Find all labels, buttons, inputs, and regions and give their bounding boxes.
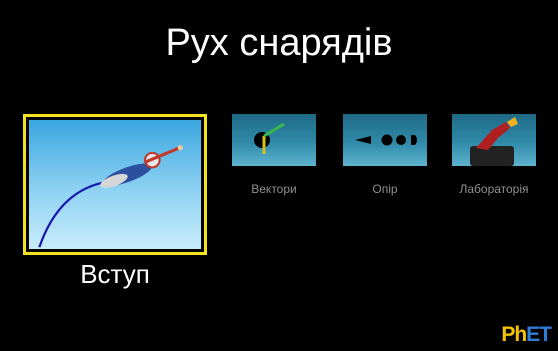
vectors-thumbnail [232,114,316,166]
projectile-bullet-icon [411,135,417,145]
screen-label-vectors: Вектори [251,182,297,196]
screen-label-drag: Опір [372,182,398,196]
sim-title: Рух снарядів [165,22,393,64]
phet-logo[interactable]: PhET [501,323,552,347]
cannon-base-icon [470,146,514,166]
screen-label-lab: Лабораторія [459,182,529,196]
drag-thumbnail [343,114,427,166]
projectile-circle-icon [396,135,406,145]
screen-button-intro[interactable]: Вступ [23,114,207,289]
cannon-barrel-icon [476,122,510,150]
screen-button-drag[interactable]: Опір [343,114,427,198]
trajectory-path [38,181,102,248]
lab-thumbnail [452,114,536,166]
screen-label-intro: Вступ [80,259,150,289]
screen-button-lab[interactable]: Лабораторія [452,114,536,198]
projectile-circle-icon [381,134,393,146]
intro-thumbnail [29,120,201,249]
projectile-shape-icon [355,136,371,144]
screen-button-vectors[interactable]: Вектори [232,114,316,198]
human-cannonball-icon [100,145,183,188]
